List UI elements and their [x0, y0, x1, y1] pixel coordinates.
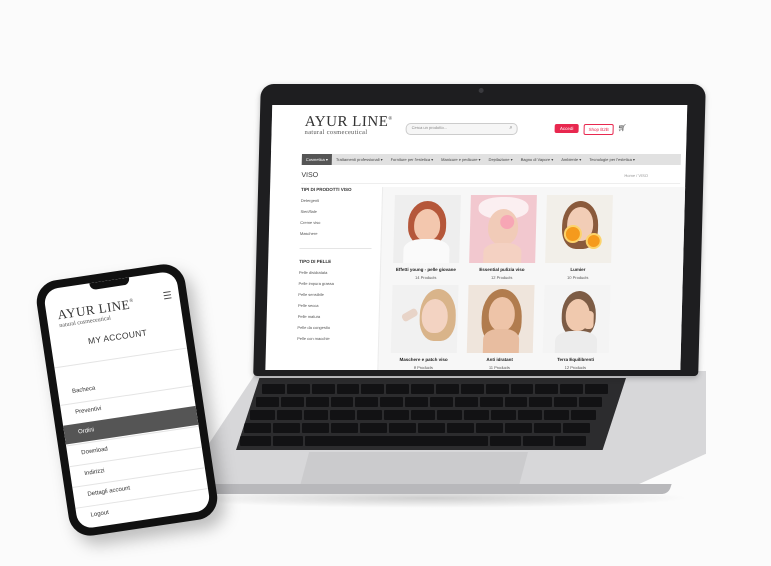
- product-count: 9 Products: [413, 365, 434, 370]
- product-grid: Effetti young - pelle giovane 14 Product…: [377, 187, 687, 370]
- product-image[interactable]: [466, 285, 535, 353]
- product-name[interactable]: Anti idratant: [467, 357, 533, 362]
- title-divider: [301, 183, 681, 184]
- product-mockup-scene: AYUR LINE® natural cosmeceutical Cerca u…: [0, 0, 771, 566]
- product-name[interactable]: Lumier: [545, 267, 611, 272]
- product-count: 11 Products: [488, 365, 510, 370]
- product-card[interactable]: Lumier 10 Products: [545, 195, 613, 280]
- sidebar-item-skin-2[interactable]: Pelle impura grassa: [299, 281, 379, 286]
- product-count: 14 Products: [415, 275, 437, 280]
- nav-item-manicure[interactable]: Manicure e pedicure ▾: [437, 154, 485, 165]
- product-card[interactable]: Maschere e patch viso 9 Products: [390, 285, 459, 370]
- webcam-icon: [478, 88, 484, 93]
- registered-mark: ®: [129, 298, 134, 305]
- shop-b2b-button[interactable]: Shop B2B: [583, 124, 614, 135]
- laptop-screen: AYUR LINE® natural cosmeceutical Cerca u…: [265, 105, 688, 370]
- sidebar-item-skin-7[interactable]: Pelle con macchie: [297, 336, 377, 341]
- sidebar-item-sieri[interactable]: Sieri/fiale: [300, 209, 380, 214]
- product-image[interactable]: [542, 285, 611, 353]
- search-icon[interactable]: ⌕: [509, 125, 513, 132]
- filter-sidebar: TIPI DI PRODOTTI VISO Detergenti Sieri/f…: [297, 187, 381, 347]
- nav-item-bagno[interactable]: Bagno di Vapore ▾: [516, 154, 557, 165]
- search-placeholder: Cerca un prodotto...: [411, 125, 448, 130]
- sidebar-item-skin-5[interactable]: Pelle matura: [298, 314, 378, 319]
- product-card[interactable]: Effetti young - pelle giovane 14 Product…: [393, 195, 461, 280]
- nav-item-forniture[interactable]: Forniture per l'estetica ▾: [386, 154, 437, 165]
- breadcrumb[interactable]: Home / VISO: [624, 173, 648, 178]
- product-image[interactable]: [390, 285, 459, 353]
- sidebar-heading-skin-type: TIPO DI PELLE: [299, 259, 332, 264]
- laptop-trackpad: [300, 452, 528, 486]
- login-button[interactable]: Accedi: [554, 124, 579, 133]
- sidebar-item-creme[interactable]: Creme viso: [300, 220, 380, 225]
- product-image[interactable]: [469, 195, 537, 263]
- cart-icon[interactable]: 🛒︎: [618, 124, 627, 132]
- product-count: 10 Products: [567, 275, 589, 280]
- product-name[interactable]: Essential pulizia viso: [469, 267, 535, 272]
- sidebar-item-skin-1[interactable]: Pelle disidratata: [299, 270, 379, 275]
- sidebar-item-skin-3[interactable]: Pelle sensibile: [298, 292, 378, 297]
- sidebar-item-skin-6[interactable]: Pelle da congestio: [297, 325, 377, 330]
- product-image[interactable]: [393, 195, 461, 263]
- sidebar-item-detergenti[interactable]: Detergenti: [301, 198, 381, 203]
- laptop-front-edge: [178, 484, 672, 494]
- product-card[interactable]: Terra Equilibrenti 12 Products: [542, 285, 611, 370]
- product-count: 12 Products: [491, 275, 513, 280]
- product-name[interactable]: Maschere e patch viso: [391, 357, 457, 362]
- brand-name: AYUR LINE: [304, 114, 389, 130]
- page-title: VISO: [301, 172, 319, 179]
- nav-item-trattamenti[interactable]: Trattamenti professionali ▾: [332, 154, 387, 165]
- nav-item-tecnologie[interactable]: Tecnologie per l'estetica ▾: [585, 154, 639, 165]
- site-header: AYUR LINE® natural cosmeceutical Cerca u…: [271, 105, 688, 151]
- brand-tagline: natural cosmeceutical: [304, 129, 368, 136]
- product-name[interactable]: Effetti young - pelle giovane: [393, 267, 459, 272]
- sidebar-divider: [299, 248, 372, 249]
- phone-screen: AYUR LINE® natural cosmeceutical ☰ MY AC…: [42, 270, 212, 530]
- registered-mark: ®: [388, 116, 393, 122]
- laptop-keyboard: [236, 378, 626, 450]
- smartphone: AYUR LINE® natural cosmeceutical ☰ MY AC…: [33, 261, 221, 539]
- brand-logo[interactable]: AYUR LINE® natural cosmeceutical: [56, 295, 135, 330]
- sidebar-item-skin-4[interactable]: Pelle secca: [298, 303, 378, 308]
- sidebar-item-maschere[interactable]: Maschere: [300, 231, 380, 236]
- brand-logo[interactable]: AYUR LINE® natural cosmeceutical: [304, 113, 392, 136]
- product-card[interactable]: Essential pulizia viso 12 Products: [469, 195, 537, 280]
- nav-item-cosmetica[interactable]: Cosmetica ▾: [301, 154, 333, 165]
- menu-divider: [54, 347, 188, 369]
- product-card[interactable]: Anti idratant 11 Products: [466, 285, 535, 370]
- product-count: 12 Products: [564, 365, 587, 370]
- phone-notch: [89, 277, 130, 291]
- nav-item-ambiente[interactable]: Ambiente ▾: [557, 154, 585, 165]
- product-image[interactable]: [545, 195, 613, 263]
- laptop-lid: AYUR LINE® natural cosmeceutical Cerca u…: [253, 84, 706, 376]
- search-input[interactable]: Cerca un prodotto... ⌕: [405, 123, 518, 135]
- sidebar-heading-product-types: TIPI DI PRODOTTI VISO: [300, 187, 352, 192]
- hamburger-menu-icon[interactable]: ☰: [162, 290, 172, 302]
- main-nav: Cosmetica ▾ Trattamenti professionali ▾ …: [301, 154, 681, 165]
- nav-item-depilazione[interactable]: Depilazione ▾: [484, 154, 516, 165]
- product-name[interactable]: Terra Equilibrenti: [543, 357, 609, 362]
